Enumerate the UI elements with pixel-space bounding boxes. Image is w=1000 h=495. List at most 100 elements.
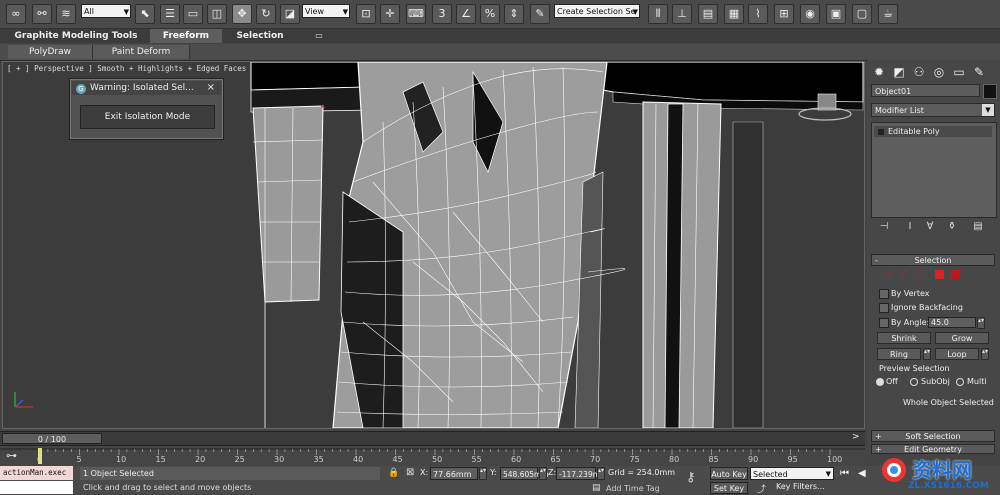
polygon-icon[interactable] xyxy=(935,270,944,279)
x-coordinate-field[interactable]: 77.66mm xyxy=(430,467,478,480)
paint-deform-panel[interactable]: Paint Deform xyxy=(93,45,190,59)
link-icon[interactable]: ∞ xyxy=(6,4,26,24)
render-production-icon[interactable]: ☕ xyxy=(878,4,898,24)
select-object-icon[interactable]: ⬉ xyxy=(135,4,155,24)
angle-spinner-field[interactable]: 45.0 xyxy=(928,317,976,328)
modify-tab-icon[interactable]: ◩ xyxy=(891,64,907,80)
vertex-icon[interactable]: ⁘ xyxy=(885,269,893,279)
preview-subobj-radio[interactable] xyxy=(910,378,918,386)
key-icon[interactable]: ⚷ xyxy=(686,470,696,485)
tab-selection[interactable]: Selection xyxy=(228,29,292,43)
named-selection-dropdown[interactable]: Create Selection Se ▼ xyxy=(554,4,640,18)
z-coordinate-field[interactable]: -117.239m xyxy=(556,467,600,480)
object-color-swatch[interactable] xyxy=(983,84,997,99)
move-icon[interactable]: ✥ xyxy=(232,4,252,24)
x-spinner[interactable]: ▴▾ xyxy=(479,467,487,480)
make-unique-icon[interactable]: ∀ xyxy=(923,220,937,234)
time-tag-icon[interactable]: ▤ xyxy=(592,483,601,493)
motion-tab-icon[interactable]: ◎ xyxy=(931,64,947,80)
ring-spinner[interactable]: ▴▾ xyxy=(923,348,931,360)
auto-key-button[interactable]: Auto Key xyxy=(710,467,748,480)
angle-spinner-arrows[interactable]: ▴▾ xyxy=(977,317,985,329)
dialog-titlebar[interactable]: G Warning: Isolated Sel... × xyxy=(72,81,221,95)
material-editor-icon[interactable]: ◉ xyxy=(800,4,820,24)
y-coordinate-field[interactable]: 548.605mm xyxy=(500,467,549,480)
configure-modifier-sets-icon[interactable]: ▤ xyxy=(971,220,985,234)
show-end-result-icon[interactable]: Ⅰ xyxy=(903,220,917,234)
scale-icon[interactable]: ◪ xyxy=(280,4,300,24)
absolute-mode-icon[interactable]: ⊠ xyxy=(406,467,414,478)
key-filters-button[interactable]: Key Filters... xyxy=(776,482,825,491)
object-name-field[interactable]: Object01 xyxy=(871,84,980,97)
percent-snap-icon[interactable]: % xyxy=(480,4,500,24)
polydraw-panel[interactable]: PolyDraw xyxy=(8,45,93,59)
window-crossing-icon[interactable]: ◫ xyxy=(207,4,227,24)
tab-graphite-modeling-tools[interactable]: Graphite Modeling Tools xyxy=(8,29,144,43)
preview-off-radio[interactable] xyxy=(876,378,884,386)
by-angle-checkbox[interactable] xyxy=(879,318,889,328)
curve-editor-icon[interactable]: ⌇ xyxy=(748,4,768,24)
angle-snap-icon[interactable]: ∠ xyxy=(456,4,476,24)
reference-coordinate-dropdown[interactable]: View ▼ xyxy=(302,4,350,18)
schematic-view-icon[interactable]: ⊞ xyxy=(774,4,794,24)
create-tab-icon[interactable]: ✹ xyxy=(871,64,887,80)
time-slider[interactable]: 0 / 100 > xyxy=(0,431,865,445)
unlink-icon[interactable]: ⚯ xyxy=(32,4,52,24)
snap-3d-icon[interactable]: 3 xyxy=(432,4,452,24)
graphite-toggle-icon[interactable]: ▦ xyxy=(724,4,744,24)
utilities-tab-icon[interactable]: ✎ xyxy=(971,64,987,80)
track-bar-toggle-icon[interactable]: ⊶ xyxy=(6,449,17,462)
tab-freeform[interactable]: Freeform xyxy=(150,29,222,43)
layer-manager-icon[interactable]: ▤ xyxy=(698,4,718,24)
element-icon[interactable] xyxy=(950,270,961,279)
edit-named-selection-icon[interactable]: ✎ xyxy=(530,4,550,24)
rectangular-selection-icon[interactable]: ▭ xyxy=(183,4,203,24)
maxscript-listener[interactable]: actionMan.exec xyxy=(0,466,73,480)
stack-item-editable-poly[interactable]: Editable Poly xyxy=(874,126,992,137)
go-to-start-icon[interactable]: ⏮ xyxy=(840,468,849,479)
rotate-icon[interactable]: ↻ xyxy=(256,4,276,24)
soft-selection-rollout-header[interactable]: + Soft Selection xyxy=(871,430,995,442)
render-setup-icon[interactable]: ▣ xyxy=(826,4,846,24)
next-frame-icon[interactable]: > xyxy=(852,432,860,442)
remove-modifier-icon[interactable]: ⚱ xyxy=(945,220,959,234)
mirror-icon[interactable]: ⫴ xyxy=(648,4,668,24)
selection-filter-dropdown[interactable]: All ▼ xyxy=(81,4,131,18)
by-vertex-checkbox[interactable] xyxy=(879,289,889,299)
add-time-tag[interactable]: Add Time Tag xyxy=(606,484,660,493)
edit-geometry-rollout-header[interactable]: + Edit Geometry xyxy=(871,444,995,454)
keyboard-shortcut-icon[interactable]: ⌨ xyxy=(406,4,426,24)
hierarchy-tab-icon[interactable]: ⚇ xyxy=(911,64,927,80)
close-icon[interactable]: × xyxy=(207,81,215,95)
pin-stack-icon[interactable]: ⊣ xyxy=(877,220,891,234)
display-tab-icon[interactable]: ▭ xyxy=(951,64,967,80)
selection-rollout-header[interactable]: - Selection xyxy=(871,254,995,266)
bind-space-warp-icon[interactable]: ≋ xyxy=(56,4,76,24)
select-manipulate-icon[interactable]: ✛ xyxy=(380,4,400,24)
track-bar[interactable]: ⊶ 0 5 10 15 20 25 30 35 40 45 50 55 60 65 70 75 80 85 90 95… xyxy=(0,445,865,467)
shrink-button[interactable]: Shrink xyxy=(877,332,931,344)
previous-frame-icon[interactable]: ◀ xyxy=(858,468,866,479)
maxscript-input[interactable] xyxy=(0,481,73,494)
border-icon[interactable]: ◌ xyxy=(917,269,925,279)
modifier-list-dropdown[interactable]: Modifier List ▼ xyxy=(871,103,995,117)
exit-isolation-button[interactable]: Exit Isolation Mode xyxy=(80,105,215,129)
rendered-frame-icon[interactable]: ▢ xyxy=(852,4,872,24)
ignore-backfacing-checkbox[interactable] xyxy=(879,303,889,313)
edge-icon[interactable]: ⟋ xyxy=(901,269,907,279)
spinner-snap-icon[interactable]: ⇕ xyxy=(504,4,524,24)
ribbon-options-icon[interactable]: ▭ xyxy=(312,29,326,43)
y-spinner[interactable]: ▴▾ xyxy=(539,467,547,480)
default-tangent-icon[interactable]: ⤴ xyxy=(757,482,766,495)
align-icon[interactable]: ⊥ xyxy=(672,4,692,24)
ring-button[interactable]: Ring xyxy=(877,348,921,360)
loop-button[interactable]: Loop xyxy=(935,348,979,360)
preview-multi-radio[interactable] xyxy=(956,378,964,386)
set-key-button[interactable]: Set Key xyxy=(710,482,748,494)
key-mode-dropdown[interactable]: Selected ▼ xyxy=(750,467,834,480)
pivot-center-icon[interactable]: ⊡ xyxy=(356,4,376,24)
select-by-name-icon[interactable]: ☰ xyxy=(160,4,180,24)
lock-icon[interactable]: 🔒 xyxy=(388,468,399,478)
z-spinner[interactable]: ▴▾ xyxy=(597,467,605,480)
loop-spinner[interactable]: ▴▾ xyxy=(981,348,989,360)
